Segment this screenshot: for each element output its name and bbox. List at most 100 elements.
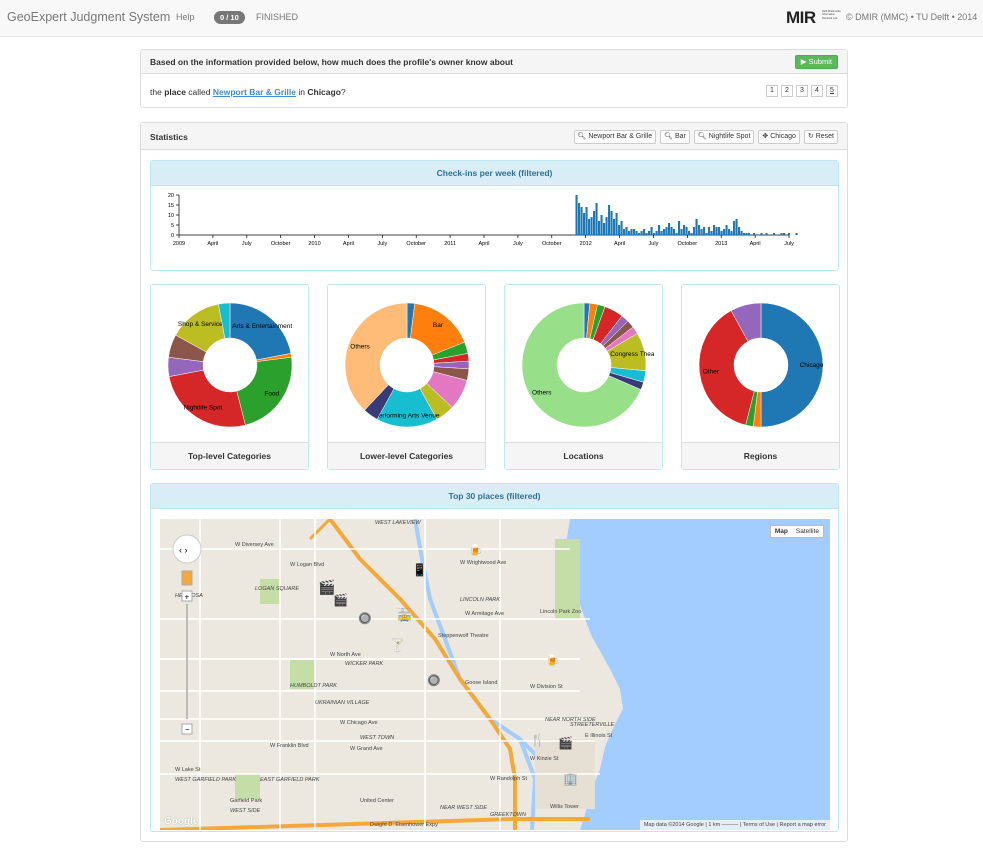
mir-logo: MIR	[786, 8, 816, 27]
checkin-bar	[643, 229, 646, 235]
map-label: Lincoln Park Zoo	[540, 609, 581, 615]
map-label: HUMBOLDT PARK	[290, 683, 337, 689]
checkin-bar	[658, 225, 661, 235]
marker-icon[interactable]: 🔘	[427, 674, 441, 687]
submit-button[interactable]: ▶ Submit	[794, 55, 838, 69]
brand[interactable]: GeoExpert Judgment System	[7, 10, 170, 24]
pie-label: Others	[350, 343, 370, 350]
checkin-bar	[733, 221, 736, 235]
map-label: W Lake St	[175, 767, 201, 773]
map-label: Goose Island	[465, 680, 497, 686]
checkin-bar	[655, 231, 658, 235]
checkin-bar	[683, 225, 686, 235]
marker-icon[interactable]: 🍺	[468, 542, 483, 557]
y-tick-label: 5	[171, 223, 174, 229]
pie-box-lower-level: Bar Performing Arts Venue Others Lower-lev…	[327, 284, 486, 470]
pie-title-top-level: Top-level Categories	[151, 442, 308, 469]
zoom-controls[interactable]: ‹ › + −	[172, 534, 202, 735]
checkin-bar	[598, 221, 601, 235]
checkin-bar	[653, 233, 656, 235]
filter-label: Chicago	[770, 133, 796, 140]
x-tick-label: 2009	[173, 241, 185, 247]
place-link[interactable]: Newport Bar & Grille	[213, 87, 296, 97]
filter-button-nightlife-spot[interactable]: 🔍︎ Nightlife Spot	[693, 130, 755, 144]
map-label: E Illinois St	[585, 733, 613, 739]
pie-chart-regions: Chicago Other	[698, 302, 824, 428]
map-area[interactable]: W Diversey AveW Logan BlvdLOGAN SQUAREHE…	[160, 519, 830, 830]
zoom-out-icon[interactable]: −	[185, 725, 190, 734]
statistics-heading: Statistics 🔍︎ Newport Bar & Grille 🔍︎ Bar…	[141, 123, 847, 150]
map-canvas[interactable]: W Diversey AveW Logan BlvdLOGAN SQUAREHE…	[160, 519, 830, 830]
filter-button-reset[interactable]: ↻ Reset	[803, 130, 838, 144]
checkin-bar	[728, 229, 731, 235]
search-icon: 🔍︎	[577, 133, 589, 140]
marker-icon[interactable]: 🍺	[545, 652, 560, 667]
marker-icon[interactable]: 📱	[412, 563, 427, 577]
zoom-in-icon[interactable]: +	[185, 593, 190, 602]
pan-arrows-icon[interactable]: ‹ ›	[179, 545, 188, 555]
map-label: WEST GARFIELD PARK	[175, 777, 236, 783]
statistics-title: Statistics	[150, 132, 188, 142]
map-label: Garfield Park	[230, 798, 262, 804]
checkin-bar	[668, 223, 671, 235]
checkin-bar	[780, 233, 783, 235]
checkin-bar	[743, 233, 746, 235]
pie-label: Chicago	[800, 362, 824, 369]
map-label: W Grand Ave	[350, 746, 383, 752]
checkin-bar	[613, 219, 616, 235]
filter-button-newport-bar-grille[interactable]: 🔍︎ Newport Bar & Grille	[573, 130, 657, 144]
pie-label: Performing Arts Venue	[374, 413, 439, 420]
checkin-bar	[748, 233, 751, 235]
mir-logo-subtitle: Delft Multimedia Information Retrieval L…	[822, 10, 841, 20]
marker-icon[interactable]: 🍸	[390, 637, 405, 652]
pie-label: Congress Theat	[610, 351, 654, 358]
pegman-icon[interactable]	[181, 570, 193, 586]
map-label: W Division St	[530, 684, 563, 690]
rating-button-3[interactable]: 3	[796, 85, 808, 97]
checkin-bar	[593, 211, 596, 235]
checkin-bar	[628, 231, 631, 235]
map-label: UKRAINIAN VILLAGE	[315, 700, 370, 706]
map-attribution[interactable]: Map data ©2014 Google | 1 km ——— | Terms…	[639, 820, 830, 830]
checkin-bar	[610, 211, 613, 235]
x-tick-label: April	[207, 241, 218, 247]
y-tick-label: 10	[168, 213, 174, 219]
filter-buttons: 🔍︎ Newport Bar & Grille 🔍︎ Bar 🔍︎ Nightlif…	[570, 130, 838, 144]
progress-badge: 0 / 10	[214, 11, 245, 24]
rating-button-2[interactable]: 2	[781, 85, 793, 97]
pie-box-locations: Congress Theat Others Locations	[504, 284, 663, 470]
marker-icon[interactable]: 🍴	[530, 733, 545, 747]
marker-icon[interactable]: 🔘	[358, 612, 372, 625]
checkin-bar	[590, 217, 593, 235]
question-prefix: the	[150, 87, 165, 97]
marker-icon[interactable]: 🎬	[558, 736, 573, 750]
rating-button-1[interactable]: 1	[766, 85, 778, 97]
checkin-bar	[795, 233, 798, 235]
map-type-map[interactable]: Map	[771, 526, 792, 537]
marker-icon[interactable]: 🏢	[563, 772, 578, 786]
map-type-satellite[interactable]: Satellite	[792, 526, 823, 537]
x-tick-label: 2012	[580, 241, 592, 247]
x-tick-label: July	[513, 241, 523, 247]
marker-icon[interactable]: 🚋	[397, 608, 412, 622]
pie-title-locations: Locations	[505, 442, 662, 469]
x-tick-label: July	[242, 241, 252, 247]
checkin-bar	[603, 223, 606, 235]
pie-slice[interactable]	[168, 369, 246, 428]
rating-button-4[interactable]: 4	[811, 85, 823, 97]
marker-icon[interactable]: 🎬	[333, 593, 348, 607]
filter-button-chicago[interactable]: ✥ Chicago	[758, 130, 800, 144]
pie-slice[interactable]	[229, 302, 292, 361]
lake-michigan	[565, 519, 830, 830]
y-tick-label: 15	[168, 203, 174, 209]
google-logo[interactable]: Google	[164, 816, 198, 827]
help-link[interactable]: Help	[176, 12, 195, 22]
checkin-bar	[738, 227, 741, 235]
rating-button-5[interactable]: 5	[826, 85, 838, 97]
checkin-bar	[693, 227, 696, 235]
checkin-bar	[638, 233, 641, 235]
x-tick-label: 2011	[444, 241, 456, 247]
map-label: LINCOLN PARK	[460, 597, 500, 603]
filter-button-bar[interactable]: 🔍︎ Bar	[660, 130, 690, 144]
x-tick-label: July	[377, 241, 387, 247]
